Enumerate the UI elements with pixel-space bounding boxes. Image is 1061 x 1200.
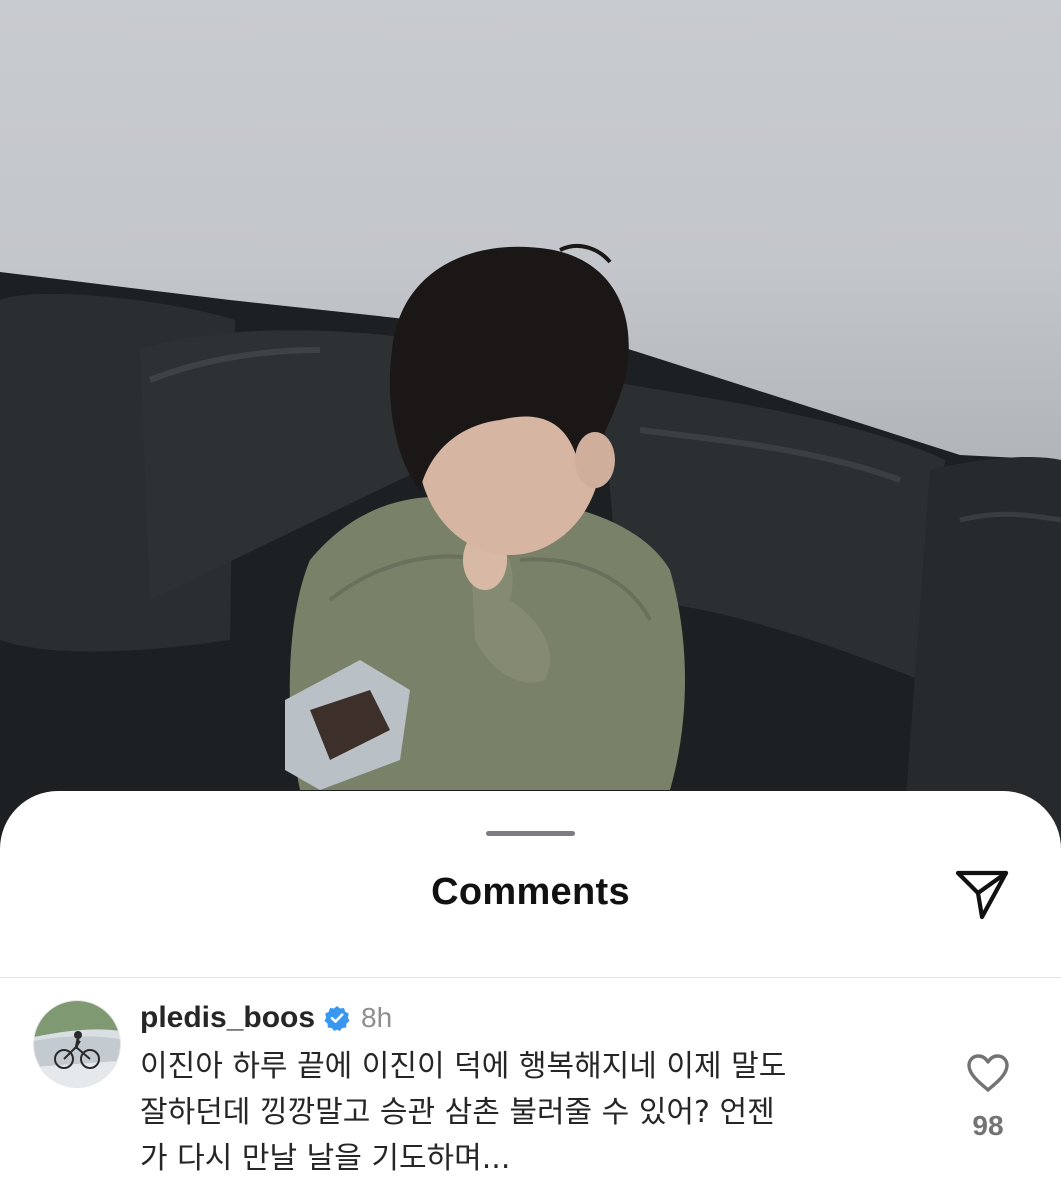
post-photo xyxy=(0,0,1061,880)
comments-sheet: Comments pledis_boos 8h 이진아 하루 끝에 이진이 덕에… xyxy=(0,791,1061,1200)
share-button[interactable] xyxy=(949,861,1015,927)
comment-line: 잘하던데 낑깡말고 승관 삼촌 불러줄 수 있어? 언젠 xyxy=(140,1095,775,1130)
photo-illustration xyxy=(0,243,1061,880)
avatar-image xyxy=(34,1001,120,1087)
paper-plane-icon xyxy=(955,870,1009,920)
comment-line: 가 다시 만날 날을 기도하며... xyxy=(140,1141,511,1176)
comment-item: pledis_boos 8h 이진아 하루 끝에 이진이 덕에 행복해지네 이제… xyxy=(0,978,1061,1200)
comment-body: 이진아 하루 끝에 이진이 덕에 행복해지네 이제 말도 잘하던데 낑깡말고 승… xyxy=(140,1044,900,1182)
comment-line: 이진아 하루 끝에 이진이 덕에 행복해지네 이제 말도 xyxy=(140,1049,787,1084)
heart-outline-icon xyxy=(967,1054,1009,1092)
like-count: 98 xyxy=(972,1110,1004,1141)
comment-header: pledis_boos 8h xyxy=(140,1000,392,1036)
comment-timestamp: 8h xyxy=(361,1002,393,1033)
like-button[interactable] xyxy=(960,1048,1016,1098)
instagram-comments-screen: Comments pledis_boos 8h 이진아 하루 끝에 이진이 덕에… xyxy=(0,0,1061,1200)
verified-badge-icon xyxy=(324,1005,350,1031)
drag-handle[interactable] xyxy=(486,831,575,836)
sheet-title: Comments xyxy=(431,871,630,913)
avatar[interactable] xyxy=(33,1000,121,1088)
comment-username[interactable]: pledis_boos xyxy=(140,1001,315,1035)
